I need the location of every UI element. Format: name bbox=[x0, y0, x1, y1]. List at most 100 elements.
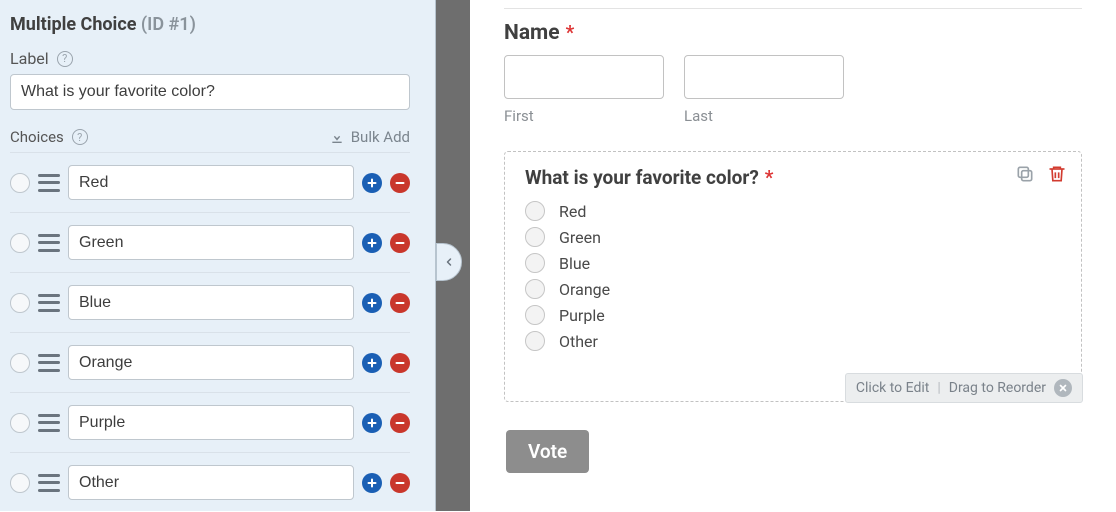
choices-header: Choices ? Bulk Add bbox=[10, 128, 410, 146]
choice-label-input[interactable] bbox=[68, 285, 354, 320]
form-preview: Name * First Last What is your favorite c… bbox=[470, 0, 1116, 511]
choice-default-radio[interactable] bbox=[10, 353, 30, 373]
add-choice-button[interactable] bbox=[362, 413, 382, 433]
plus-icon bbox=[366, 177, 378, 189]
name-field-label: Name * bbox=[504, 21, 1082, 45]
first-name-input[interactable] bbox=[504, 55, 664, 99]
poll-field-label: What is your favorite color? * bbox=[525, 166, 1061, 189]
minus-icon bbox=[394, 177, 406, 189]
radio-icon bbox=[525, 227, 545, 247]
choice-label-input[interactable] bbox=[68, 405, 354, 440]
minus-icon bbox=[394, 237, 406, 249]
choice-label-input[interactable] bbox=[68, 465, 354, 500]
minus-icon bbox=[394, 417, 406, 429]
radio-icon bbox=[525, 279, 545, 299]
label-input[interactable] bbox=[10, 74, 410, 110]
choice-label-input[interactable] bbox=[68, 225, 354, 260]
drag-handle-icon[interactable] bbox=[38, 294, 60, 312]
poll-option-label: Purple bbox=[559, 306, 605, 325]
choice-row bbox=[10, 212, 410, 272]
multiple-choice-field[interactable]: What is your favorite color? * Red Green Bl… bbox=[504, 151, 1082, 402]
trash-icon[interactable] bbox=[1047, 164, 1067, 184]
choice-row bbox=[10, 152, 410, 212]
poll-option[interactable]: Blue bbox=[525, 253, 1061, 273]
radio-icon bbox=[525, 253, 545, 273]
remove-choice-button[interactable] bbox=[390, 353, 410, 373]
bulk-add-label: Bulk Add bbox=[351, 128, 410, 146]
name-label-text: Name bbox=[504, 21, 560, 45]
remove-choice-button[interactable] bbox=[390, 173, 410, 193]
required-asterisk: * bbox=[765, 166, 774, 189]
poll-option-label: Red bbox=[559, 202, 586, 221]
close-icon bbox=[1058, 383, 1068, 393]
choice-default-radio[interactable] bbox=[10, 173, 30, 193]
submit-button[interactable]: Vote bbox=[506, 430, 589, 473]
minus-icon bbox=[394, 357, 406, 369]
field-hint-badge: Click to Edit | Drag to Reorder bbox=[845, 373, 1083, 403]
help-icon[interactable]: ? bbox=[57, 51, 73, 67]
drag-handle-icon[interactable] bbox=[38, 414, 60, 432]
close-hint-button[interactable] bbox=[1054, 379, 1072, 397]
submit-button-label: Vote bbox=[528, 440, 567, 463]
required-asterisk: * bbox=[566, 21, 575, 44]
poll-option[interactable]: Purple bbox=[525, 305, 1061, 325]
add-choice-button[interactable] bbox=[362, 353, 382, 373]
drag-handle-icon[interactable] bbox=[38, 354, 60, 372]
remove-choice-button[interactable] bbox=[390, 233, 410, 253]
divider-line bbox=[504, 8, 1082, 9]
choice-row bbox=[10, 272, 410, 332]
poll-option-label: Green bbox=[559, 228, 601, 247]
remove-choice-button[interactable] bbox=[390, 473, 410, 493]
remove-choice-button[interactable] bbox=[390, 413, 410, 433]
remove-choice-button[interactable] bbox=[390, 293, 410, 313]
choice-label-input[interactable] bbox=[68, 165, 354, 200]
minus-icon bbox=[394, 477, 406, 489]
plus-icon bbox=[366, 237, 378, 249]
drag-handle-icon[interactable] bbox=[38, 474, 60, 492]
field-settings-panel: Multiple Choice (ID #1) Label ? Choices … bbox=[0, 0, 436, 511]
choice-label-input[interactable] bbox=[68, 345, 354, 380]
label-heading: Label bbox=[10, 49, 49, 68]
label-heading-row: Label ? bbox=[10, 49, 423, 68]
drag-handle-icon[interactable] bbox=[38, 234, 60, 252]
duplicate-icon[interactable] bbox=[1015, 164, 1035, 184]
hint-click-to-edit: Click to Edit bbox=[856, 380, 929, 396]
add-choice-button[interactable] bbox=[362, 233, 382, 253]
field-id-label: (ID #1) bbox=[141, 14, 196, 35]
plus-icon bbox=[366, 477, 378, 489]
poll-option[interactable]: Green bbox=[525, 227, 1061, 247]
plus-icon bbox=[366, 357, 378, 369]
poll-label-text: What is your favorite color? bbox=[525, 166, 759, 189]
panel-title: Multiple Choice (ID #1) bbox=[10, 14, 423, 35]
plus-icon bbox=[366, 417, 378, 429]
hint-separator: | bbox=[937, 380, 940, 396]
choices-heading: Choices bbox=[10, 128, 64, 146]
choice-row bbox=[10, 452, 410, 512]
choice-list bbox=[10, 152, 423, 512]
poll-option[interactable]: Other bbox=[525, 331, 1061, 351]
help-icon[interactable]: ? bbox=[72, 129, 88, 145]
plus-icon bbox=[366, 297, 378, 309]
poll-option-label: Other bbox=[559, 332, 598, 351]
download-icon bbox=[329, 129, 345, 145]
radio-icon bbox=[525, 305, 545, 325]
choice-row bbox=[10, 332, 410, 392]
radio-icon bbox=[525, 331, 545, 351]
add-choice-button[interactable] bbox=[362, 293, 382, 313]
bulk-add-button[interactable]: Bulk Add bbox=[329, 128, 410, 146]
name-field[interactable]: First Last bbox=[504, 55, 1082, 125]
poll-option[interactable]: Orange bbox=[525, 279, 1061, 299]
choice-row bbox=[10, 392, 410, 452]
choice-default-radio[interactable] bbox=[10, 413, 30, 433]
add-choice-button[interactable] bbox=[362, 173, 382, 193]
poll-option-label: Blue bbox=[559, 254, 590, 273]
poll-option[interactable]: Red bbox=[525, 201, 1061, 221]
choice-default-radio[interactable] bbox=[10, 293, 30, 313]
last-name-input[interactable] bbox=[684, 55, 844, 99]
add-choice-button[interactable] bbox=[362, 473, 382, 493]
field-type-label: Multiple Choice bbox=[10, 14, 136, 35]
choice-default-radio[interactable] bbox=[10, 233, 30, 253]
choice-default-radio[interactable] bbox=[10, 473, 30, 493]
drag-handle-icon[interactable] bbox=[38, 174, 60, 192]
first-sublabel: First bbox=[504, 107, 664, 125]
